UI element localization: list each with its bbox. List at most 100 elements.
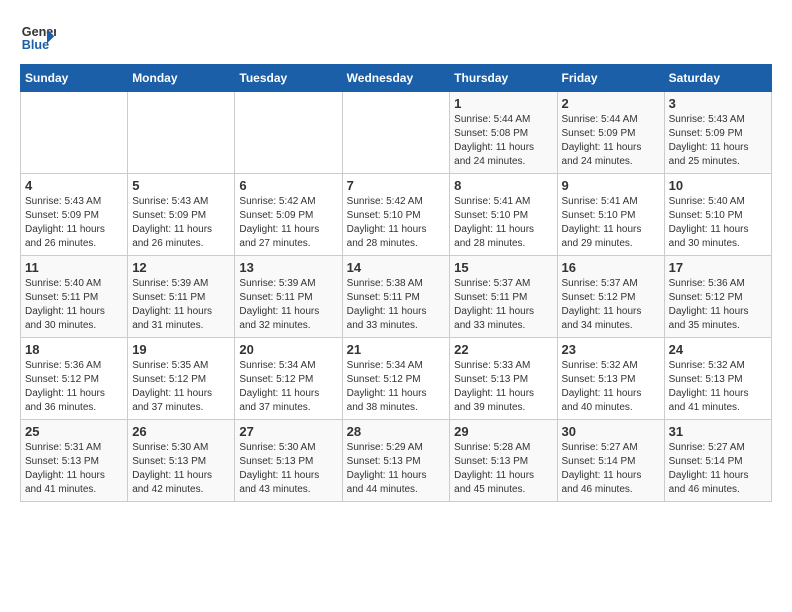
calendar-cell: 18Sunrise: 5:36 AM Sunset: 5:12 PM Dayli… — [21, 338, 128, 420]
calendar-cell — [21, 92, 128, 174]
day-number: 31 — [669, 424, 767, 439]
day-number: 15 — [454, 260, 552, 275]
weekday-header-tuesday: Tuesday — [235, 65, 342, 92]
weekday-header-row: SundayMondayTuesdayWednesdayThursdayFrid… — [21, 65, 772, 92]
day-detail: Sunrise: 5:28 AM Sunset: 5:13 PM Dayligh… — [454, 441, 552, 497]
calendar-week-row: 11 Sunrise: 5:40 AM Sunset: 5:11 PM Dayli… — [21, 256, 772, 338]
calendar-cell: 30 Sunrise: 5:27 AM Sunset: 5:14 PM Dayli… — [557, 420, 664, 502]
day-number: 18 — [25, 342, 123, 357]
calendar-cell: 19 Sunrise: 5:35 AM Sunset: 5:12 PM Dayli… — [128, 338, 235, 420]
day-detail: Sunrise: 5:32 AM Sunset: 5:13 PM Dayligh… — [669, 359, 767, 415]
calendar-cell: 20 Sunrise: 5:34 AM Sunset: 5:12 PM Dayli… — [235, 338, 342, 420]
day-detail: Sunrise: 5:34 AM Sunset: 5:12 PM Dayligh… — [347, 359, 446, 415]
day-number: 29 — [454, 424, 552, 439]
weekday-header-monday: Monday — [128, 65, 235, 92]
day-detail: Sunrise: 5:27 AM Sunset: 5:14 PM Dayligh… — [669, 441, 767, 497]
day-number: 12 — [132, 260, 230, 275]
calendar-week-row: 18Sunrise: 5:36 AM Sunset: 5:12 PM Dayli… — [21, 338, 772, 420]
day-detail: Sunrise: 5:44 AM Sunset: 5:09 PM Dayligh… — [562, 113, 660, 169]
calendar-cell: 2 Sunrise: 5:44 AM Sunset: 5:09 PM Daylig… — [557, 92, 664, 174]
day-detail: Sunrise: 5:34 AM Sunset: 5:12 PM Dayligh… — [239, 359, 337, 415]
day-number: 1 — [454, 96, 552, 111]
day-number: 20 — [239, 342, 337, 357]
day-number: 22 — [454, 342, 552, 357]
day-number: 2 — [562, 96, 660, 111]
svg-text:Blue: Blue — [22, 38, 49, 52]
calendar-cell: 23Sunrise: 5:32 AM Sunset: 5:13 PM Dayli… — [557, 338, 664, 420]
calendar-cell: 31 Sunrise: 5:27 AM Sunset: 5:14 PM Dayli… — [664, 420, 771, 502]
calendar-cell: 15 Sunrise: 5:37 AM Sunset: 5:11 PM Dayli… — [450, 256, 557, 338]
calendar-cell: 28 Sunrise: 5:29 AM Sunset: 5:13 PM Dayli… — [342, 420, 450, 502]
day-detail: Sunrise: 5:44 AM Sunset: 5:08 PM Dayligh… — [454, 113, 552, 169]
day-detail: Sunrise: 5:37 AM Sunset: 5:12 PM Dayligh… — [562, 277, 660, 333]
day-detail: Sunrise: 5:43 AM Sunset: 5:09 PM Dayligh… — [25, 195, 123, 251]
calendar-cell: 3 Sunrise: 5:43 AM Sunset: 5:09 PM Daylig… — [664, 92, 771, 174]
day-detail: Sunrise: 5:43 AM Sunset: 5:09 PM Dayligh… — [669, 113, 767, 169]
day-number: 11 — [25, 260, 123, 275]
day-number: 4 — [25, 178, 123, 193]
calendar-cell: 10Sunrise: 5:40 AM Sunset: 5:10 PM Dayli… — [664, 174, 771, 256]
day-number: 14 — [347, 260, 446, 275]
day-detail: Sunrise: 5:43 AM Sunset: 5:09 PM Dayligh… — [132, 195, 230, 251]
day-number: 16 — [562, 260, 660, 275]
weekday-header-wednesday: Wednesday — [342, 65, 450, 92]
calendar-cell: 25Sunrise: 5:31 AM Sunset: 5:13 PM Dayli… — [21, 420, 128, 502]
calendar-cell — [128, 92, 235, 174]
day-number: 30 — [562, 424, 660, 439]
day-number: 19 — [132, 342, 230, 357]
weekday-header-sunday: Sunday — [21, 65, 128, 92]
day-detail: Sunrise: 5:29 AM Sunset: 5:13 PM Dayligh… — [347, 441, 446, 497]
day-number: 27 — [239, 424, 337, 439]
calendar-cell: 16 Sunrise: 5:37 AM Sunset: 5:12 PM Dayli… — [557, 256, 664, 338]
weekday-header-friday: Friday — [557, 65, 664, 92]
day-detail: Sunrise: 5:40 AM Sunset: 5:10 PM Dayligh… — [669, 195, 767, 251]
weekday-header-thursday: Thursday — [450, 65, 557, 92]
calendar-cell: 14 Sunrise: 5:38 AM Sunset: 5:11 PM Dayli… — [342, 256, 450, 338]
day-number: 21 — [347, 342, 446, 357]
day-detail: Sunrise: 5:35 AM Sunset: 5:12 PM Dayligh… — [132, 359, 230, 415]
day-detail: Sunrise: 5:39 AM Sunset: 5:11 PM Dayligh… — [239, 277, 337, 333]
calendar-cell: 9 Sunrise: 5:41 AM Sunset: 5:10 PM Daylig… — [557, 174, 664, 256]
calendar-cell: 27 Sunrise: 5:30 AM Sunset: 5:13 PM Dayli… — [235, 420, 342, 502]
calendar-week-row: 25Sunrise: 5:31 AM Sunset: 5:13 PM Dayli… — [21, 420, 772, 502]
day-number: 25 — [25, 424, 123, 439]
calendar-cell: 17Sunrise: 5:36 AM Sunset: 5:12 PM Dayli… — [664, 256, 771, 338]
day-detail: Sunrise: 5:41 AM Sunset: 5:10 PM Dayligh… — [454, 195, 552, 251]
calendar-cell: 22 Sunrise: 5:33 AM Sunset: 5:13 PM Dayli… — [450, 338, 557, 420]
day-detail: Sunrise: 5:38 AM Sunset: 5:11 PM Dayligh… — [347, 277, 446, 333]
day-detail: Sunrise: 5:32 AM Sunset: 5:13 PM Dayligh… — [562, 359, 660, 415]
calendar-week-row: 4 Sunrise: 5:43 AM Sunset: 5:09 PM Daylig… — [21, 174, 772, 256]
day-detail: Sunrise: 5:30 AM Sunset: 5:13 PM Dayligh… — [132, 441, 230, 497]
day-number: 17 — [669, 260, 767, 275]
calendar-cell: 1 Sunrise: 5:44 AM Sunset: 5:08 PM Daylig… — [450, 92, 557, 174]
day-detail: Sunrise: 5:40 AM Sunset: 5:11 PM Dayligh… — [25, 277, 123, 333]
day-detail: Sunrise: 5:33 AM Sunset: 5:13 PM Dayligh… — [454, 359, 552, 415]
logo-icon: General Blue — [20, 20, 56, 56]
day-number: 28 — [347, 424, 446, 439]
day-number: 7 — [347, 178, 446, 193]
day-number: 26 — [132, 424, 230, 439]
calendar-cell: 4 Sunrise: 5:43 AM Sunset: 5:09 PM Daylig… — [21, 174, 128, 256]
day-number: 24 — [669, 342, 767, 357]
calendar-week-row: 1 Sunrise: 5:44 AM Sunset: 5:08 PM Daylig… — [21, 92, 772, 174]
calendar-cell: 5 Sunrise: 5:43 AM Sunset: 5:09 PM Daylig… — [128, 174, 235, 256]
day-detail: Sunrise: 5:42 AM Sunset: 5:10 PM Dayligh… — [347, 195, 446, 251]
day-number: 13 — [239, 260, 337, 275]
calendar-cell: 29 Sunrise: 5:28 AM Sunset: 5:13 PM Dayli… — [450, 420, 557, 502]
day-detail: Sunrise: 5:37 AM Sunset: 5:11 PM Dayligh… — [454, 277, 552, 333]
calendar-cell: 21 Sunrise: 5:34 AM Sunset: 5:12 PM Dayli… — [342, 338, 450, 420]
day-number: 9 — [562, 178, 660, 193]
calendar-cell: 24 Sunrise: 5:32 AM Sunset: 5:13 PM Dayli… — [664, 338, 771, 420]
day-number: 5 — [132, 178, 230, 193]
calendar-cell — [235, 92, 342, 174]
page-header: General Blue — [20, 20, 772, 56]
logo: General Blue — [20, 20, 56, 56]
calendar-cell: 12Sunrise: 5:39 AM Sunset: 5:11 PM Dayli… — [128, 256, 235, 338]
day-detail: Sunrise: 5:27 AM Sunset: 5:14 PM Dayligh… — [562, 441, 660, 497]
calendar-table: SundayMondayTuesdayWednesdayThursdayFrid… — [20, 64, 772, 502]
day-detail: Sunrise: 5:41 AM Sunset: 5:10 PM Dayligh… — [562, 195, 660, 251]
day-detail: Sunrise: 5:30 AM Sunset: 5:13 PM Dayligh… — [239, 441, 337, 497]
calendar-body: 1 Sunrise: 5:44 AM Sunset: 5:08 PM Daylig… — [21, 92, 772, 502]
day-number: 3 — [669, 96, 767, 111]
calendar-header: SundayMondayTuesdayWednesdayThursdayFrid… — [21, 65, 772, 92]
